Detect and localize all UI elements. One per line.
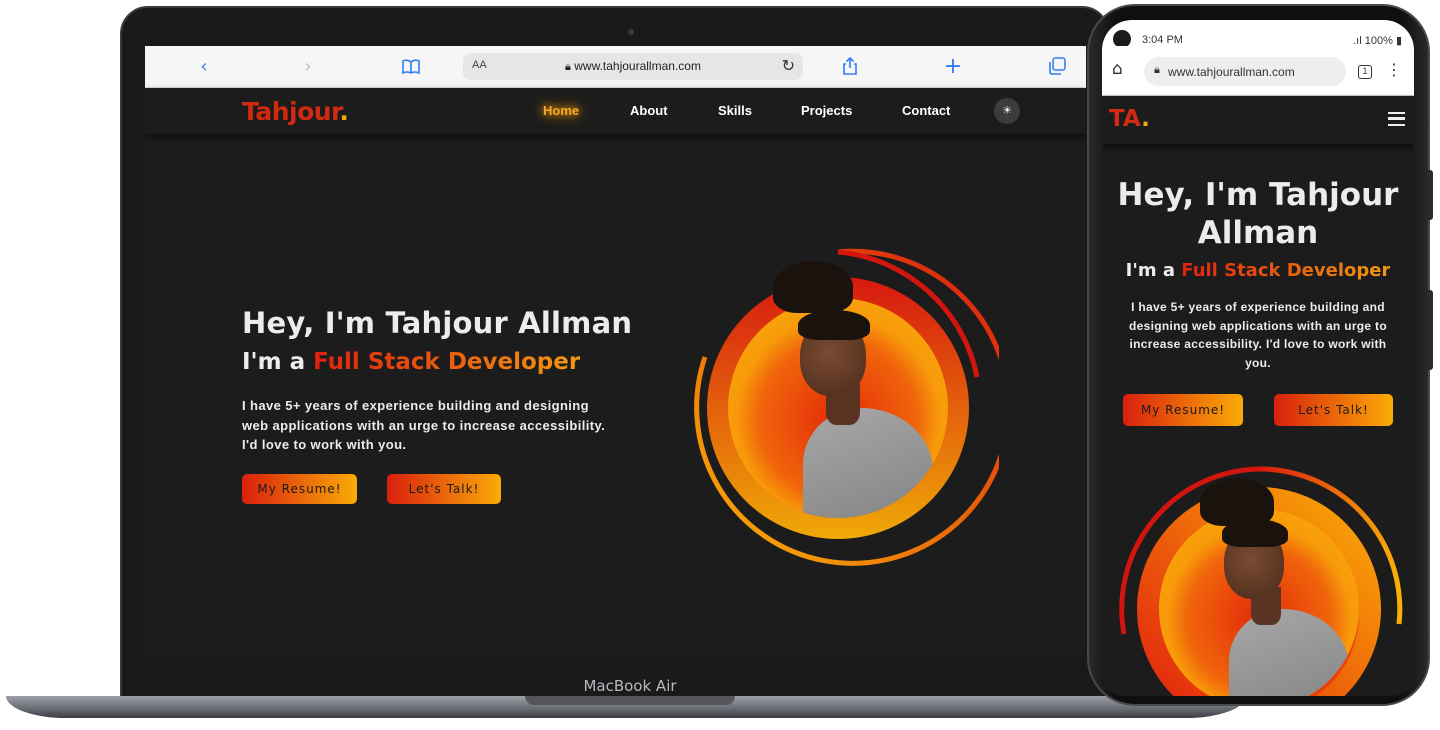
status-bar: 3:04 PM .ıl 100% ▮ bbox=[1102, 20, 1414, 48]
mobile-url-text: www.tahjourallman.com bbox=[1168, 65, 1295, 79]
laptop-brand-label: MacBook Air bbox=[583, 677, 677, 695]
url-display: 🔒︎ www.tahjourallman.com bbox=[463, 59, 803, 74]
site-navbar: Tahjour. Home About Skills Projects Cont… bbox=[145, 88, 1086, 134]
site-logo[interactable]: Tahjour. bbox=[242, 97, 349, 126]
share-icon[interactable] bbox=[839, 56, 861, 78]
nav-link-skills[interactable]: Skills bbox=[718, 103, 752, 118]
mobile-logo-dot: . bbox=[1141, 106, 1150, 132]
hamburger-menu-icon[interactable] bbox=[1388, 112, 1405, 126]
person-shirt bbox=[803, 408, 933, 518]
mobile-browser-bar: ⌂ 🔒︎ www.tahjourallman.com 1 ⋮ bbox=[1102, 46, 1414, 96]
mobile-site-logo[interactable]: TA. bbox=[1109, 106, 1150, 132]
logo-dot: . bbox=[339, 97, 349, 126]
mobile-site-navbar: TA. bbox=[1102, 96, 1414, 144]
nav-link-home[interactable]: Home bbox=[543, 103, 579, 118]
hero-description: I have 5+ years of experience building a… bbox=[242, 398, 606, 452]
more-menu-icon[interactable]: ⋮ bbox=[1386, 60, 1402, 79]
mobile-hero-description: I have 5+ years of experience building a… bbox=[1129, 300, 1387, 370]
laptop-notch bbox=[525, 696, 735, 705]
person-hair bbox=[798, 310, 870, 340]
mobile-person-hair-top bbox=[1200, 478, 1274, 526]
hero-greeting: Hey, I'm Tahjour Allman bbox=[242, 306, 633, 340]
status-time: 3:04 PM bbox=[1142, 34, 1183, 46]
browser-toolbar: ‹ › AA 🔒︎ www.tahjourallman.com ↻ + bbox=[145, 46, 1086, 88]
home-icon[interactable]: ⌂ bbox=[1112, 59, 1123, 79]
nav-link-contact[interactable]: Contact bbox=[902, 103, 950, 118]
logo-text: Tahjour bbox=[242, 97, 340, 126]
phone-power-button bbox=[1428, 290, 1433, 370]
bookmarks-icon[interactable] bbox=[400, 56, 422, 78]
hero-role-highlight: Full Stack Developer bbox=[313, 349, 581, 375]
lock-icon: 🔒︎ bbox=[1154, 64, 1160, 76]
mobile-address-bar[interactable]: 🔒︎ www.tahjourallman.com bbox=[1144, 57, 1346, 86]
forward-icon[interactable]: › bbox=[297, 56, 319, 78]
back-icon[interactable]: ‹ bbox=[193, 56, 215, 78]
hero-role: I'm a Full Stack Developer bbox=[242, 349, 580, 375]
lock-icon: 🔒︎ bbox=[565, 61, 571, 73]
mobile-talk-button[interactable]: Let's Talk! bbox=[1274, 394, 1393, 426]
mobile-hero-role: I'm a Full Stack Developer bbox=[1102, 260, 1414, 281]
new-tab-icon[interactable]: + bbox=[942, 56, 964, 78]
tab-count-button[interactable]: 1 bbox=[1358, 65, 1372, 79]
mobile-role-highlight: Full Stack Developer bbox=[1181, 260, 1391, 281]
mobile-hero-greeting: Hey, I'm Tahjour Allman bbox=[1117, 177, 1399, 251]
address-bar[interactable]: AA 🔒︎ www.tahjourallman.com ↻ bbox=[463, 53, 803, 80]
reload-icon[interactable]: ↻ bbox=[782, 56, 795, 75]
nav-link-projects[interactable]: Projects bbox=[801, 103, 852, 118]
phone-screen: 3:04 PM .ıl 100% ▮ ⌂ 🔒︎ www.tahjourallma… bbox=[1102, 20, 1414, 696]
laptop-camera bbox=[628, 29, 634, 35]
mobile-resume-button[interactable]: My Resume! bbox=[1123, 394, 1243, 426]
hero-role-prefix: I'm a bbox=[242, 349, 314, 375]
mobile-person-shirt bbox=[1229, 609, 1349, 696]
portrait-photo bbox=[728, 298, 948, 518]
hero-portrait bbox=[677, 247, 999, 569]
resume-button[interactable]: My Resume! bbox=[242, 474, 357, 504]
laptop-screen: ‹ › AA 🔒︎ www.tahjourallman.com ↻ + Tahj… bbox=[145, 46, 1086, 654]
tabs-overview-icon[interactable] bbox=[1046, 56, 1068, 78]
talk-button[interactable]: Let's Talk! bbox=[387, 474, 501, 504]
theme-toggle-sun-icon[interactable]: ☀ bbox=[994, 98, 1020, 124]
mobile-portrait-photo bbox=[1159, 509, 1359, 696]
mobile-logo-text: TA bbox=[1109, 106, 1142, 132]
person-hair-top bbox=[773, 261, 853, 313]
url-text: www.tahjourallman.com bbox=[574, 59, 701, 73]
mobile-hero-portrait bbox=[1114, 464, 1404, 696]
mobile-role-prefix: I'm a bbox=[1125, 260, 1182, 281]
phone-volume-button bbox=[1428, 170, 1433, 220]
nav-link-about[interactable]: About bbox=[630, 103, 668, 118]
